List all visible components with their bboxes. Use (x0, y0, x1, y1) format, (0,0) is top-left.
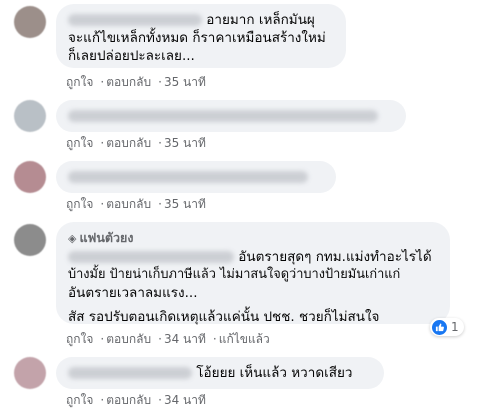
reaction-count: 1 (451, 320, 459, 334)
avatar[interactable] (14, 357, 46, 389)
comment-actions: ถูกใจ · ตอบกลับ · 35 นาที (66, 197, 206, 211)
comment-text-blurred (68, 171, 308, 183)
timestamp[interactable]: 34 นาที (164, 393, 206, 407)
like-link[interactable]: ถูกใจ (66, 197, 93, 211)
reply-link[interactable]: ตอบกลับ (106, 136, 151, 150)
reply-link[interactable]: ตอบกลับ (106, 393, 151, 407)
comment-actions: ถูกใจ · ตอบกลับ · 35 นาที (66, 75, 206, 89)
reply-link[interactable]: ตอบกลับ (106, 197, 151, 211)
comment-bubble: ◈ แฟนตัวยง อันตรายสุดๆ กทม.แม่งทำอะไรได้ … (56, 222, 450, 325)
comment-text-blurred (68, 110, 378, 122)
comment-actions: ถูกใจ · ตอบกลับ · 34 นาที · แก้ไขแล้ว (66, 332, 270, 346)
comment-bubble: โอ้ยยย เห็นแล้ว หวาดเสียว (56, 357, 384, 389)
edited-label[interactable]: แก้ไขแล้ว (219, 332, 270, 346)
comment-text: อายมาก เหล็กมันผุ (206, 12, 315, 28)
reply-link[interactable]: ตอบกลับ (106, 75, 151, 89)
like-link[interactable]: ถูกใจ (66, 393, 93, 407)
commenter-name-blurred[interactable] (68, 251, 234, 263)
comment-text: จะแก้ไขเหล็กทั้งหมด ก็ราคาเหมือนสร้างใหม… (68, 30, 326, 46)
reaction-summary[interactable]: 1 (430, 318, 464, 336)
reply-link[interactable]: ตอบกลับ (106, 332, 151, 346)
avatar[interactable] (14, 6, 46, 38)
comment-text: อันตรายสุดๆ กทม.แม่งทำอะไรได้ (238, 249, 432, 265)
avatar[interactable] (14, 161, 46, 193)
commenter-name-blurred[interactable] (68, 14, 202, 26)
like-link[interactable]: ถูกใจ (66, 136, 93, 150)
comment-bubble: อายมาก เหล็กมันผุ จะแก้ไขเหล็กทั้งหมด ก็… (56, 4, 346, 68)
avatar[interactable] (14, 224, 46, 256)
comment-bubble (56, 100, 406, 132)
timestamp[interactable]: 35 นาที (164, 136, 206, 150)
commenter-name-blurred[interactable] (68, 367, 192, 379)
like-link[interactable]: ถูกใจ (66, 75, 93, 89)
like-icon (432, 319, 447, 335)
top-fan-badge: ◈ แฟนตัวยง (68, 230, 134, 245)
comment-text: อันตรายเวลาลมแรง... (68, 285, 198, 301)
comment-text: โอ้ยยย เห็นแล้ว หวาดเสียว (196, 365, 353, 381)
diamond-icon: ◈ (68, 232, 77, 245)
comment-bubble (56, 161, 336, 193)
avatar[interactable] (14, 100, 46, 132)
comment-text: สัส รอปรับตอนเกิดเหตุแล้วแค่นั้น ปชช. ชว… (68, 309, 380, 325)
timestamp[interactable]: 35 นาที (164, 75, 206, 89)
comment-text: ก็เลยปล่อยปะละเลย... (68, 48, 195, 64)
comment-actions: ถูกใจ · ตอบกลับ · 34 นาที (66, 393, 206, 407)
comment-text: บ้างมั้ย ป้ายน่าเก็บภาษีแล้ว ไม่มาสนใจดู… (68, 267, 401, 282)
timestamp[interactable]: 34 นาที (164, 332, 206, 346)
timestamp[interactable]: 35 นาที (164, 197, 206, 211)
like-link[interactable]: ถูกใจ (66, 332, 93, 346)
comment-actions: ถูกใจ · ตอบกลับ · 35 นาที (66, 136, 206, 150)
